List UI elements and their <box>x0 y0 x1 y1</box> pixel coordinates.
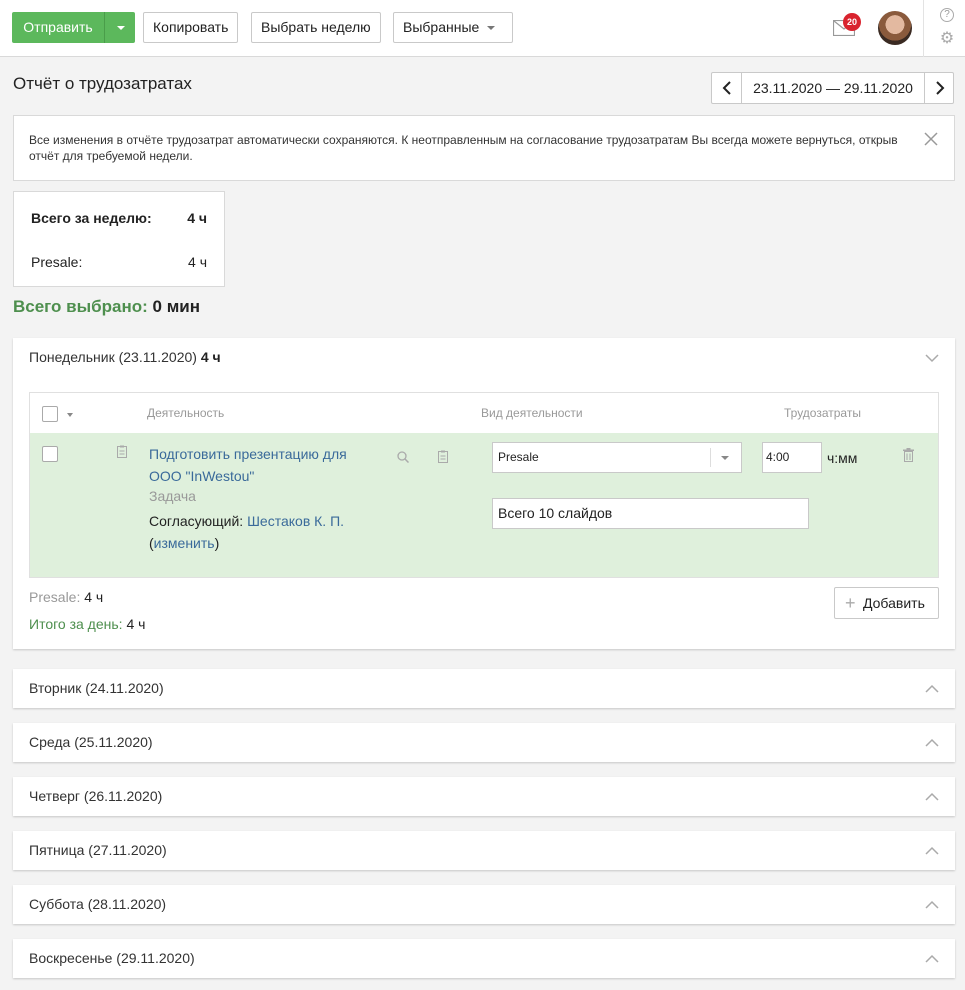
week-total-label: Всего за неделю: <box>31 210 152 226</box>
page-title: Отчёт о трудозатратах <box>13 74 192 93</box>
chevron-up-icon[interactable] <box>925 790 939 804</box>
notice-text: Все изменения в отчёте трудозатрат автом… <box>29 133 898 163</box>
selected-total: Всего выбрано: 0 мин <box>13 297 200 317</box>
caret-down-icon <box>117 26 125 30</box>
divider <box>710 448 711 467</box>
task-type: Задача <box>149 488 196 504</box>
day-label: Вторник (24.11.2020) <box>29 680 164 696</box>
chevron-right-icon[interactable] <box>924 73 954 103</box>
activity-table: Деятельность Вид деятельности Трудозатра… <box>29 392 939 578</box>
week-range[interactable]: 23.11.2020 — 29.11.2020 <box>742 73 924 103</box>
day-type-label: Presale: <box>29 589 81 605</box>
caret-down-icon[interactable] <box>67 413 73 417</box>
day-label: Среда (25.11.2020) <box>29 734 153 750</box>
day-label: Понедельник (23.11.2020) <box>29 349 197 365</box>
day-type-total: Presale: 4 ч <box>29 589 103 605</box>
search-icon[interactable] <box>397 451 409 463</box>
trash-icon[interactable] <box>903 448 914 462</box>
avatar[interactable] <box>878 11 912 45</box>
approver-link[interactable]: Шестаков К. П. <box>247 513 344 529</box>
column-header-effort: Трудозатраты <box>784 406 861 420</box>
send-split-button: Отправить <box>12 12 135 43</box>
table-row: Подготовить презентацию для ООО "InWesto… <box>30 433 938 577</box>
day-panel-friday[interactable]: Пятница (27.11.2020) <box>13 831 955 870</box>
day-type-value: 4 ч <box>84 589 104 605</box>
day-header[interactable]: Понедельник (23.11.2020) 4 ч <box>29 349 221 365</box>
week-type-value: 4 ч <box>188 254 207 270</box>
week-type-row: Presale: 4 ч <box>31 254 207 270</box>
approver-line: Согласующий: Шестаков К. П. (изменить) <box>149 510 344 554</box>
day-total: Итого за день: 4 ч <box>29 616 145 632</box>
week-type-label: Presale: <box>31 254 83 270</box>
chevron-up-icon[interactable] <box>925 682 939 696</box>
day-label: Воскресенье (29.11.2020) <box>29 950 195 966</box>
change-approver-link[interactable]: изменить <box>154 535 215 551</box>
day-panel-tuesday[interactable]: Вторник (24.11.2020) <box>13 669 955 708</box>
day-panel-saturday[interactable]: Суббота (28.11.2020) <box>13 885 955 924</box>
add-button[interactable]: + Добавить <box>834 587 939 619</box>
day-label: Пятница (27.11.2020) <box>29 842 167 858</box>
comment-field[interactable]: Всего 10 слайдов <box>492 498 809 529</box>
clipboard-icon[interactable] <box>438 450 448 463</box>
week-navigator: 23.11.2020 — 29.11.2020 <box>711 72 954 104</box>
day-total-value: 4 ч <box>126 616 146 632</box>
column-header-activity: Деятельность <box>147 406 225 420</box>
change-close-paren: ) <box>214 535 220 551</box>
send-button[interactable]: Отправить <box>12 12 104 43</box>
divider <box>923 0 924 57</box>
day-label: Суббота (28.11.2020) <box>29 896 167 912</box>
send-dropdown-toggle[interactable] <box>104 12 135 43</box>
activity-type-select[interactable]: Presale <box>492 442 742 473</box>
effort-unit: ч:мм <box>827 450 858 466</box>
gear-icon[interactable]: ⚙ <box>939 31 955 47</box>
week-total-row: Всего за неделю: 4 ч <box>31 210 207 226</box>
week-totals-card: Всего за неделю: 4 ч Presale: 4 ч <box>13 191 225 287</box>
task-title-link[interactable]: Подготовить презентацию для ООО "InWesto… <box>149 443 374 487</box>
effort-input[interactable]: 4:00 <box>762 442 822 473</box>
selected-dropdown[interactable]: Выбранные <box>393 12 513 43</box>
day-label: Четверг (26.11.2020) <box>29 788 163 804</box>
select-all-checkbox[interactable] <box>42 406 58 422</box>
chevron-up-icon[interactable] <box>925 952 939 966</box>
autosave-notice: Все изменения в отчёте трудозатрат автом… <box>13 115 955 181</box>
activity-type-value: Presale <box>498 450 539 464</box>
close-icon[interactable] <box>924 132 938 146</box>
clipboard-icon <box>117 445 127 458</box>
chevron-down-icon[interactable] <box>925 351 939 365</box>
copy-button[interactable]: Копировать <box>143 12 239 43</box>
selected-total-value: 0 мин <box>152 297 200 316</box>
day-panel-monday: Понедельник (23.11.2020) 4 ч Деятельност… <box>13 338 955 649</box>
chevron-up-icon[interactable] <box>925 898 939 912</box>
selected-dropdown-label: Выбранные <box>403 19 480 35</box>
select-week-button[interactable]: Выбрать неделю <box>251 12 381 43</box>
day-panel-wednesday[interactable]: Среда (25.11.2020) <box>13 723 955 762</box>
chevron-up-icon[interactable] <box>925 736 939 750</box>
caret-down-icon <box>487 26 496 31</box>
add-button-label: Добавить <box>863 595 925 611</box>
chevron-up-icon[interactable] <box>925 844 939 858</box>
approver-label: Согласующий: <box>149 513 244 529</box>
day-panel-thursday[interactable]: Четверг (26.11.2020) <box>13 777 955 816</box>
caret-down-icon <box>721 456 729 460</box>
day-panel-sunday[interactable]: Воскресенье (29.11.2020) <box>13 939 955 978</box>
row-checkbox[interactable] <box>42 446 58 462</box>
day-hours: 4 ч <box>200 349 221 365</box>
column-header-activity-type: Вид деятельности <box>481 406 583 420</box>
top-toolbar: Отправить Копировать Выбрать неделю Выбр… <box>0 0 965 57</box>
chevron-left-icon[interactable] <box>712 73 742 103</box>
selected-total-label: Всего выбрано: <box>13 297 148 316</box>
day-total-label: Итого за день: <box>29 616 123 632</box>
plus-icon: + <box>845 593 856 613</box>
week-total-value: 4 ч <box>187 210 207 226</box>
help-icon[interactable]: ? <box>940 8 954 22</box>
notification-badge: 20 <box>843 13 861 31</box>
